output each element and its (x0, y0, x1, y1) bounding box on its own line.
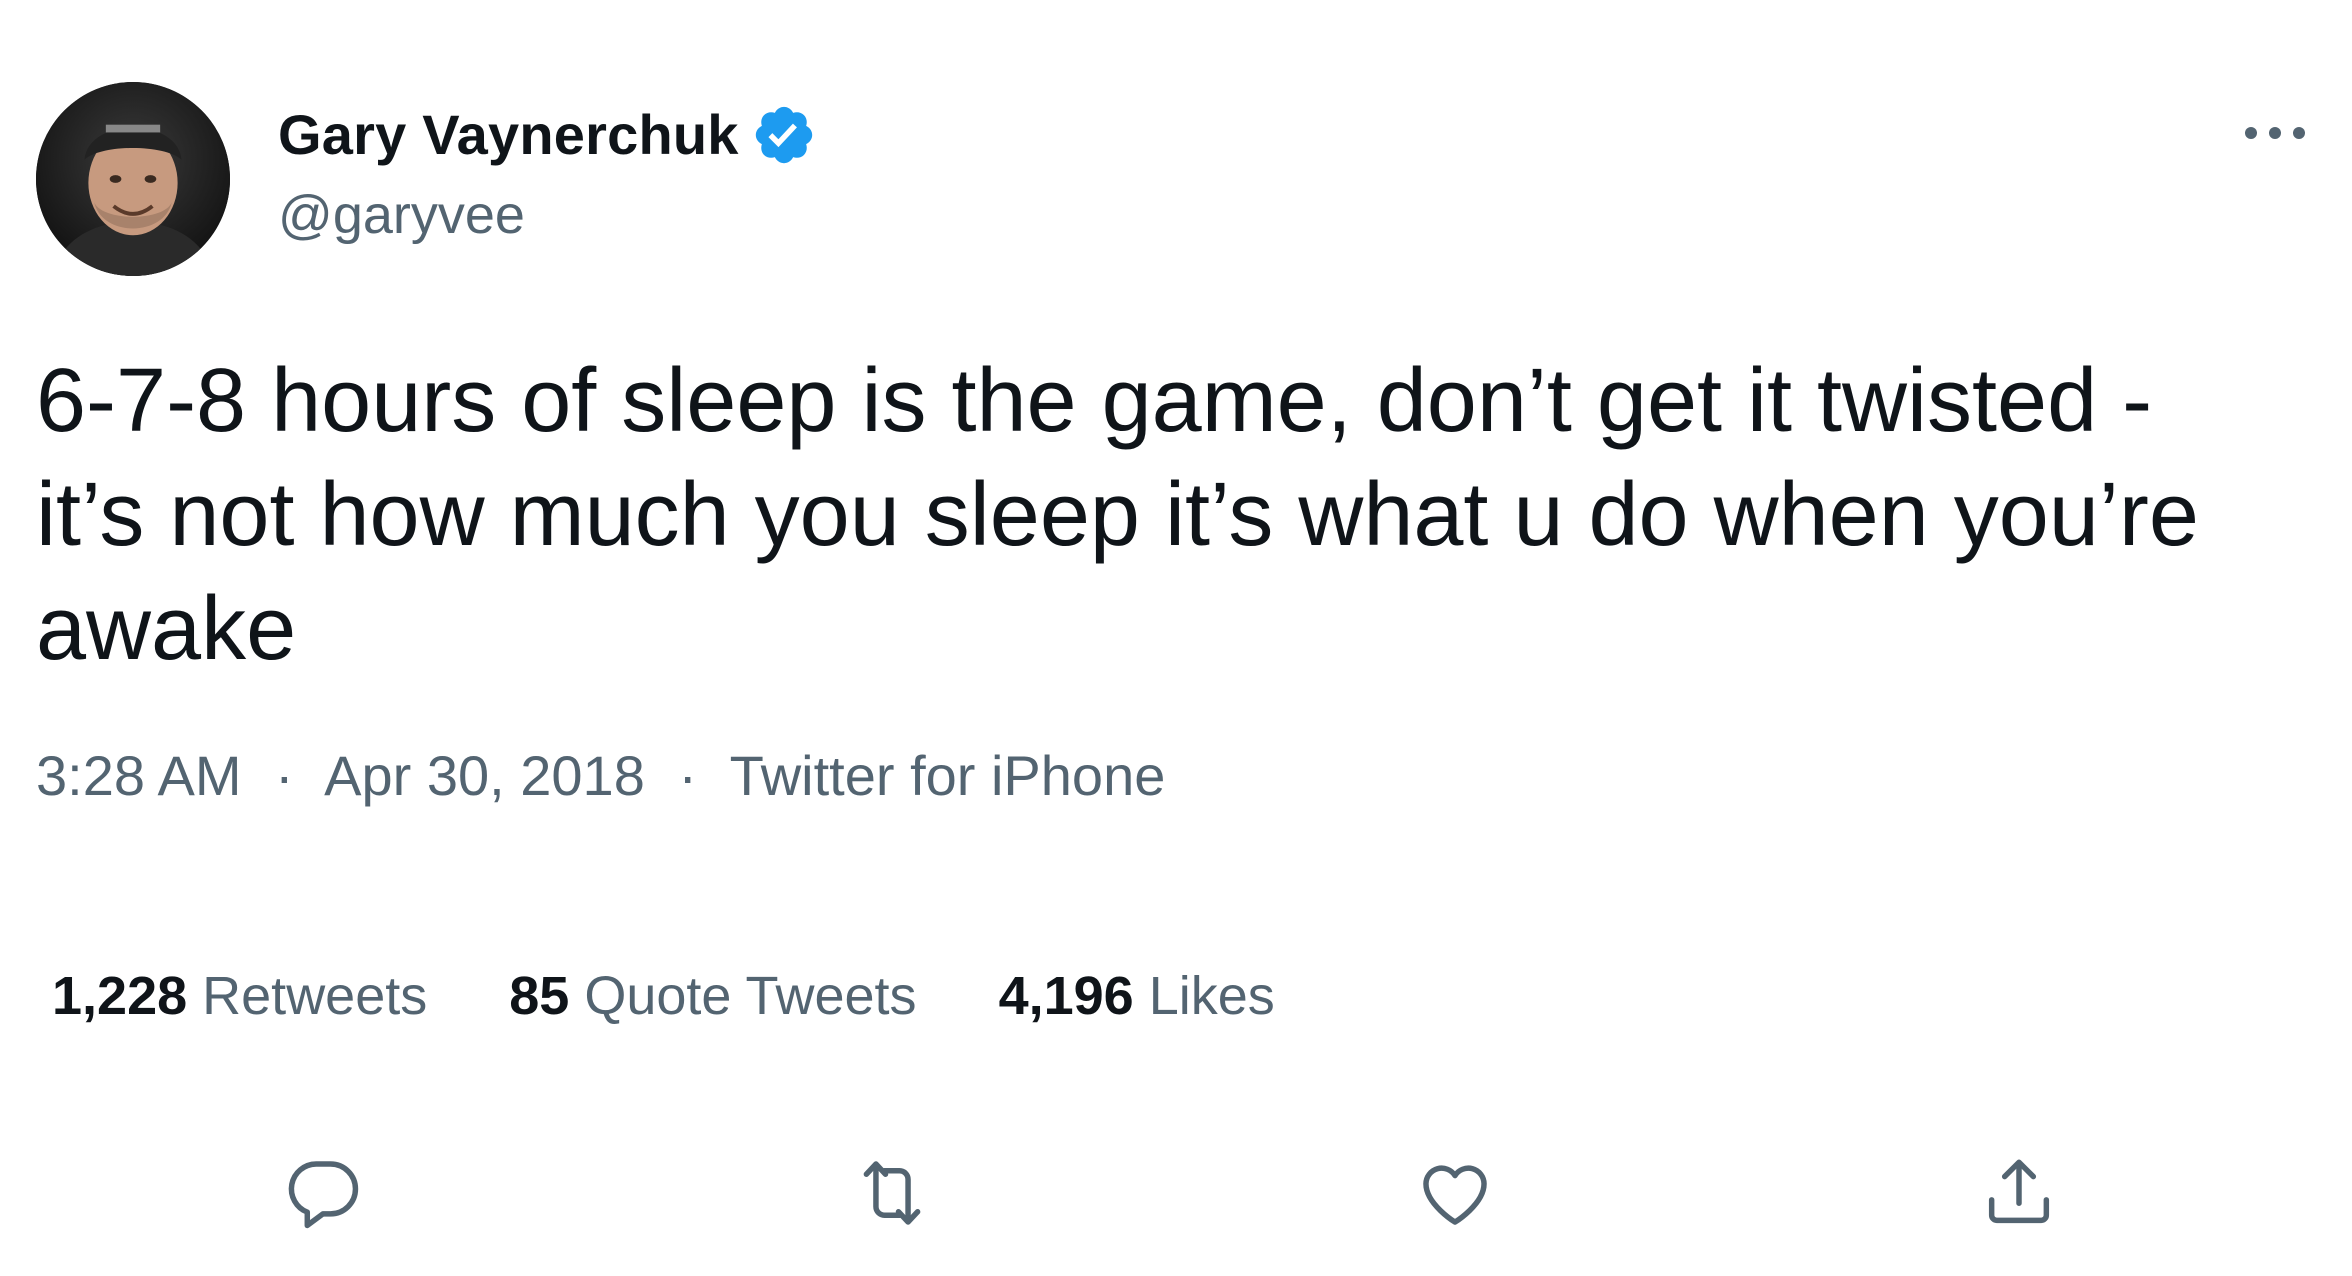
like-icon[interactable] (1414, 1152, 1496, 1234)
reply-icon[interactable] (282, 1152, 364, 1234)
tweet-source[interactable]: Twitter for iPhone (730, 744, 1166, 807)
author-name-row: Gary Vaynerchuk (278, 100, 817, 170)
more-horizontal-icon[interactable] (2242, 118, 2308, 148)
retweets-label: Retweets (202, 966, 428, 1026)
meta-separator: · (678, 744, 698, 807)
likes-label: Likes (1148, 966, 1275, 1026)
tweet-date[interactable]: Apr 30, 2018 (324, 744, 645, 807)
author-handle[interactable]: @garyvee (278, 182, 525, 248)
verified-badge-icon (751, 102, 817, 168)
tweet-card: Gary Vaynerchuk @garyvee 6-7-8 hours of … (0, 0, 2352, 1276)
retweets-count: 1,228 (52, 966, 188, 1026)
quote-tweets-stat[interactable]: 85 Quote Tweets (509, 962, 916, 1030)
retweets-stat[interactable]: 1,228 Retweets (52, 962, 427, 1030)
tweet-metadata: 3:28 AM · Apr 30, 2018 · Twitter for iPh… (36, 740, 1165, 812)
meta-separator: · (275, 744, 294, 807)
likes-stat[interactable]: 4,196 Likes (999, 962, 1275, 1030)
tweet-text: 6-7-8 hours of sleep is the game, don’t … (36, 351, 2199, 679)
avatar[interactable] (36, 82, 230, 276)
engagement-stats: 1,228 Retweets 85 Quote Tweets 4,196 Lik… (52, 962, 1357, 1030)
tweet-time[interactable]: 3:28 AM (36, 744, 241, 807)
quote-tweets-label: Quote Tweets (584, 966, 917, 1026)
retweet-icon[interactable] (851, 1152, 933, 1234)
likes-count: 4,196 (998, 966, 1134, 1026)
quote-tweets-count: 85 (509, 966, 570, 1026)
author-name[interactable]: Gary Vaynerchuk (278, 100, 739, 170)
share-icon[interactable] (1978, 1152, 2060, 1234)
avatar-photo-icon (36, 82, 230, 276)
